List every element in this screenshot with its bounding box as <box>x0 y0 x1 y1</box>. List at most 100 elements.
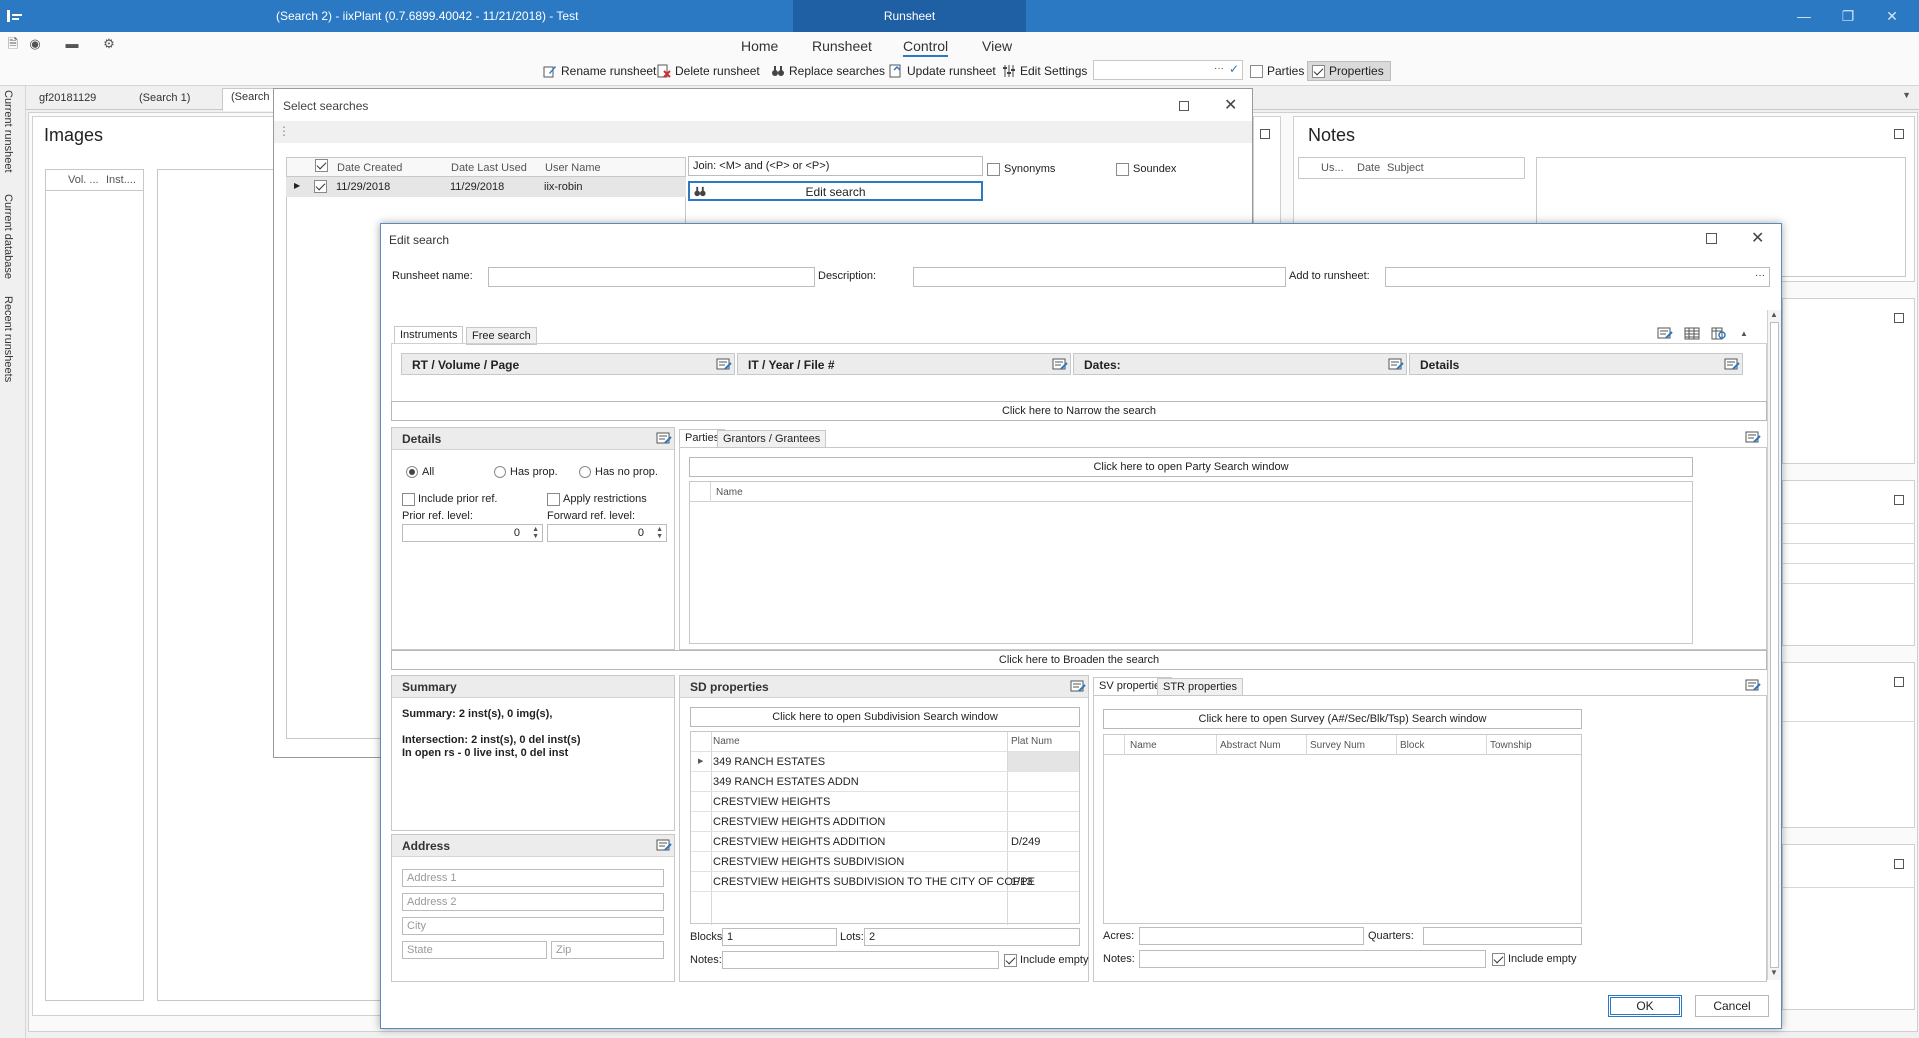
table-icon[interactable] <box>1684 327 1700 340</box>
select-close-icon[interactable]: ✕ <box>1224 95 1237 115</box>
add-to-runsheet-combo[interactable]: ··· <box>1385 267 1770 287</box>
col-sv-name[interactable]: Name <box>1130 740 1157 751</box>
spinner-arrows-icon[interactable]: ▲ ▼ <box>656 526 663 540</box>
ribbon-combo[interactable]: ··· ✓ <box>1093 60 1243 80</box>
tab-view[interactable]: View <box>982 38 1012 54</box>
col-name[interactable]: Name <box>716 487 743 498</box>
edit-icon[interactable] <box>1745 431 1761 444</box>
acres-input[interactable] <box>1139 927 1364 945</box>
table-row[interactable]: 349 RANCH ESTATES ADDN <box>691 772 1079 792</box>
col-date-created[interactable]: Date Created <box>337 162 402 174</box>
open-subdivision-search-button[interactable]: Click here to open Subdivision Search wi… <box>690 707 1080 727</box>
monitor-icon[interactable]: ▬ <box>63 36 81 52</box>
close-icon[interactable]: ✕ <box>1878 6 1906 26</box>
radio-all[interactable] <box>406 466 418 478</box>
maximize-icon[interactable] <box>1894 859 1904 869</box>
scroll-thumb[interactable] <box>1770 322 1779 968</box>
scroll-down-icon[interactable]: ▼ <box>1770 968 1778 977</box>
state-input[interactable]: State <box>402 941 547 959</box>
address2-input[interactable]: Address 2 <box>402 893 664 911</box>
col-survey-num[interactable]: Survey Num <box>1310 740 1365 751</box>
doc-tab-search-1[interactable]: (Search 1) <box>131 90 198 110</box>
sd-include-empty-checkbox[interactable] <box>1004 954 1017 967</box>
description-input[interactable] <box>913 267 1286 287</box>
col-plat-num[interactable]: Plat Num <box>1011 736 1052 747</box>
include-prior-checkbox[interactable] <box>402 493 415 506</box>
section-rt-volume-page[interactable]: RT / Volume / Page <box>401 353 735 375</box>
edit-icon[interactable] <box>716 358 732 371</box>
tab-runsheet[interactable]: Runsheet <box>812 38 872 54</box>
radio-has-no-prop[interactable] <box>579 466 591 478</box>
properties-toggle[interactable]: Properties <box>1307 61 1391 81</box>
table-search-icon[interactable] <box>1711 327 1727 340</box>
edit-icon[interactable] <box>1052 358 1068 371</box>
table-row[interactable]: ▶ 11/29/2018 11/29/2018 iix-robin <box>286 177 686 197</box>
open-survey-search-button[interactable]: Click here to open Survey (A#/Sec/Blk/Ts… <box>1103 709 1582 729</box>
table-row[interactable]: CRESTVIEW HEIGHTS SUBDIVISION TO THE CIT… <box>691 872 1079 892</box>
prior-level-spinner[interactable]: 0 ▲ ▼ <box>402 524 543 542</box>
section-dates[interactable]: Dates: <box>1073 353 1407 375</box>
scroll-up-icon[interactable]: ▲ <box>1770 310 1778 319</box>
add-to-runsheet-ellipsis[interactable]: ··· <box>1755 270 1765 281</box>
synonyms-checkbox[interactable] <box>987 162 1000 176</box>
edit-close-icon[interactable]: ✕ <box>1751 228 1764 248</box>
side-tab-recent-runsheets[interactable]: Recent runsheets <box>2 296 14 382</box>
address1-input[interactable]: Address 1 <box>402 869 664 887</box>
col-date-last-used[interactable]: Date Last Used <box>451 162 527 174</box>
quarters-input[interactable] <box>1423 927 1582 945</box>
sv-notes-input[interactable] <box>1139 950 1486 968</box>
runsheet-name-input[interactable] <box>488 267 815 287</box>
broaden-search-button[interactable]: Click here to Broaden the search <box>391 650 1767 670</box>
narrow-search-button[interactable]: Click here to Narrow the search <box>391 401 1767 421</box>
soundex-toggle[interactable]: Soundex <box>1116 159 1176 179</box>
open-icon[interactable]: ◉ <box>26 36 44 52</box>
maximize-icon[interactable] <box>1894 677 1904 687</box>
dialog-scrollbar[interactable]: ▲ ▼ <box>1767 310 1781 980</box>
table-row[interactable]: CRESTVIEW HEIGHTS ADDITION D/249 <box>691 832 1079 852</box>
radio-has-prop[interactable] <box>494 466 506 478</box>
col-user[interactable]: Us... <box>1321 162 1344 174</box>
tab-instruments[interactable]: Instruments <box>394 326 464 344</box>
table-row[interactable]: CRESTVIEW HEIGHTS ADDITION <box>691 812 1079 832</box>
restore-icon[interactable]: ❐ <box>1834 6 1862 26</box>
maximize-icon[interactable] <box>1260 129 1270 139</box>
row-expand-icon[interactable]: ▶ <box>294 181 300 190</box>
table-row[interactable]: CRESTVIEW HEIGHTS SUBDIVISION <box>691 852 1079 872</box>
col-block[interactable]: Block <box>1400 740 1424 751</box>
select-maximize-icon[interactable] <box>1179 101 1189 111</box>
maximize-icon[interactable] <box>1894 495 1904 505</box>
notes-maximize-icon[interactable] <box>1894 129 1904 139</box>
tab-str-properties[interactable]: STR properties <box>1157 678 1243 696</box>
side-tab-current-database[interactable]: Current database <box>2 194 14 279</box>
col-abstract-num[interactable]: Abstract Num <box>1220 740 1281 751</box>
ok-button[interactable]: OK <box>1608 995 1682 1017</box>
side-tab-current-runsheet[interactable]: Current runsheet <box>2 90 14 173</box>
sv-include-empty-checkbox[interactable] <box>1492 953 1505 966</box>
combo-check-icon[interactable]: ✓ <box>1229 62 1239 76</box>
lots-input[interactable]: 2 <box>864 928 1080 946</box>
section-it-year-file[interactable]: IT / Year / File # <box>737 353 1071 375</box>
forward-level-spinner[interactable]: 0 ▲ ▼ <box>547 524 667 542</box>
col-sd-name[interactable]: Name <box>713 736 740 747</box>
rename-runsheet-button[interactable]: Rename runsheet <box>543 61 656 81</box>
apply-restrictions-checkbox[interactable] <box>547 493 560 506</box>
edit-icon[interactable] <box>656 432 672 445</box>
blocks-input[interactable]: 1 <box>722 928 837 946</box>
col-inst[interactable]: Inst.... <box>106 174 136 186</box>
edit-settings-button[interactable]: Edit Settings <box>1002 61 1087 81</box>
col-date[interactable]: Date <box>1357 162 1380 174</box>
col-user-name[interactable]: User Name <box>545 162 601 174</box>
zip-input[interactable]: Zip <box>551 941 664 959</box>
edit-icon[interactable] <box>1724 358 1740 371</box>
cancel-button[interactable]: Cancel <box>1695 995 1769 1017</box>
collapse-icon[interactable]: ▲ <box>1740 329 1748 338</box>
col-vol[interactable]: Vol. ... <box>68 174 99 186</box>
tabs-dropdown-icon[interactable]: ▼ <box>1902 90 1911 100</box>
combo-ellipsis[interactable]: ··· <box>1214 63 1224 74</box>
minimize-icon[interactable]: — <box>1790 6 1818 26</box>
spinner-arrows-icon[interactable]: ▲ ▼ <box>532 526 539 540</box>
doc-tab-search-2[interactable]: (Search <box>222 88 279 111</box>
maximize-icon[interactable] <box>1894 313 1904 323</box>
edit-icon[interactable] <box>1745 679 1761 692</box>
edit-icon[interactable] <box>1070 680 1086 693</box>
